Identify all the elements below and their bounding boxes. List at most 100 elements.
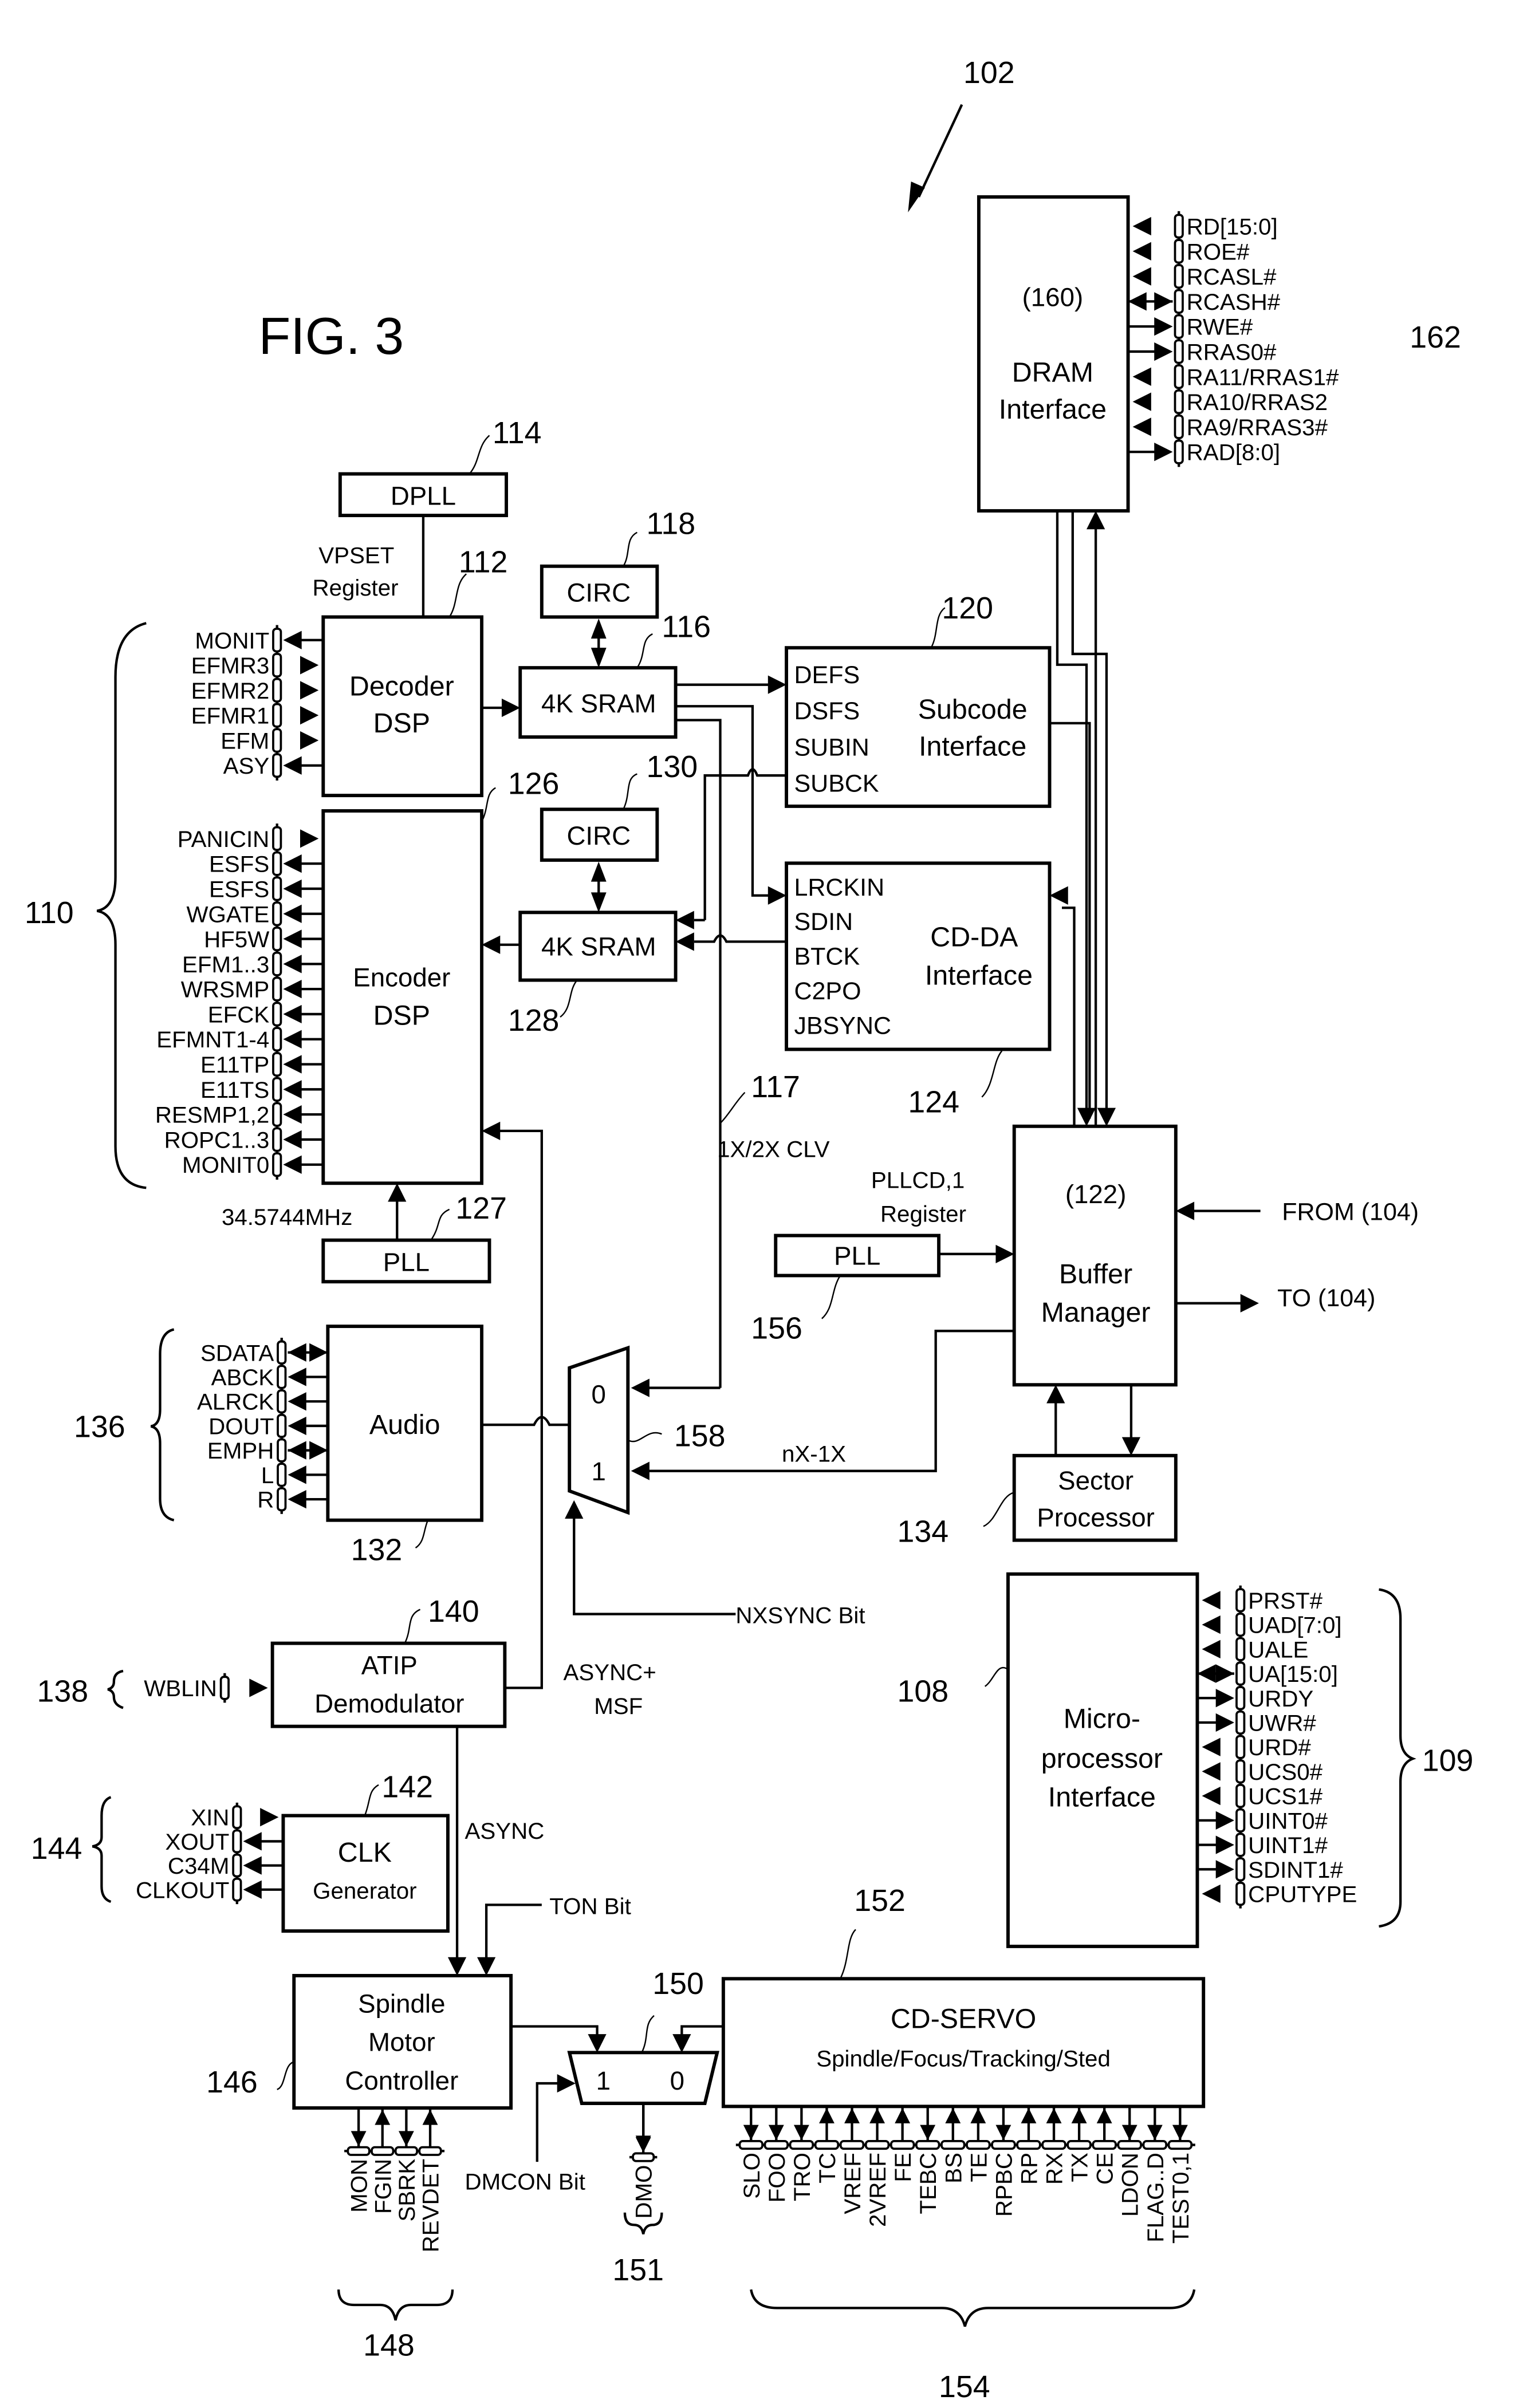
arrowhead [793,2125,809,2141]
arrowhead [635,2137,651,2153]
arrowhead [1202,1737,1221,1756]
pllcd-register-1: PLLCD,1 [871,1167,965,1193]
arrowhead [375,2109,391,2125]
nx1x-label: nX-1X [782,1441,846,1467]
pin-label: UALE [1248,1637,1308,1662]
pin-label: ASY [223,753,270,779]
pin-terminal [991,2139,1016,2150]
arrowhead [283,1130,302,1149]
arrowhead [283,955,302,974]
pin-terminal [272,1127,282,1152]
buffer-manager-block [1012,1124,1178,1387]
pll-156-label: PLL [834,1242,880,1271]
decoder-label-1: Decoder [349,671,454,701]
sector-label-2: Processor [1037,1503,1155,1532]
pin-label: HF5W [204,927,269,952]
arrowhead [672,2034,691,2053]
pin-terminal [272,926,282,952]
arrowhead [283,1155,302,1174]
arrowhead [288,1465,306,1484]
pin-label: ROE# [1187,239,1250,265]
pin-terminal [272,677,282,703]
pin-terminal [272,826,282,851]
pin-terminal [889,2139,915,2150]
arrowhead [675,911,694,929]
encoder-pin-group: PANICINESFSESFSWGATEHF5WEFM1..3WRSMPEFCK… [155,823,324,1180]
arrowhead [970,2108,986,2123]
pin-label: WGATE [186,901,269,927]
pin-terminal [232,1853,242,1878]
pin-label: 2VREF [865,2153,891,2227]
arrowhead [819,2108,835,2123]
arrowhead [283,1105,302,1124]
pin-label: UA[15:0] [1248,1661,1338,1687]
pin-label: RPBC [991,2153,1017,2217]
arrowhead [591,618,607,639]
arrowhead [1077,1108,1096,1126]
audio-ref-leader [415,1520,429,1549]
pin-label: DOUT [208,1413,274,1439]
pin-label: XIN [191,1805,229,1831]
pin-label: TE [966,2153,991,2182]
pin-terminal [272,951,282,976]
arrowhead [1132,392,1151,411]
arrowhead [1202,1762,1221,1781]
buffer-to-cdda-wire [1062,907,1076,1126]
pin-terminal [272,1002,282,1027]
cdda-ref-leader [981,1050,1003,1098]
pin-terminal [1235,1735,1246,1759]
pin-label: UWR# [1248,1710,1316,1736]
dmcon-label: DMCON Bit [465,2169,585,2194]
arrowhead [300,731,319,750]
ref-156: 156 [751,1311,802,1346]
vpset-label-1: VPSET [318,542,394,568]
audio-pin-group: SDATAABCKALRCKDOUTEMPHLR [197,1338,328,1514]
ref-148: 148 [363,2328,415,2363]
atip-label-1: ATIP [361,1650,418,1680]
pin-terminal [1235,1881,1246,1906]
arrowhead [1121,1437,1141,1456]
brace-148 [337,2289,454,2321]
arrowhead [565,1500,584,1519]
brace-144 [92,1796,112,1903]
signal-label: DEFS [794,661,860,689]
pin-terminal [1235,1588,1246,1613]
arrowhead [288,1343,306,1362]
pin-terminal [277,1365,287,1389]
arrowhead [631,1461,650,1480]
ref-138: 138 [37,1674,89,1709]
pin-label: RCASL# [1187,264,1277,290]
pin-terminal [272,1027,282,1052]
ref-118: 118 [647,506,696,541]
dmo-pin-group: DMO [629,2103,658,2218]
pin-label: PRST# [1248,1588,1322,1614]
arrowhead [249,1678,268,1697]
ref-110: 110 [25,896,74,930]
dram-ref: (160) [1022,283,1084,312]
pin-terminal [272,753,282,778]
pin-terminal [272,652,282,678]
mux-150 [567,2051,719,2105]
arrowhead [945,2108,961,2123]
pin-label: UCS1# [1248,1784,1322,1810]
arrowhead [388,1183,407,1202]
pin-terminal [1174,289,1184,314]
pin-terminal [1235,1759,1246,1784]
arrowhead [1202,1591,1221,1610]
pin-terminal [272,1077,282,1102]
arrowhead [844,2108,860,2123]
pin-terminal [232,1829,242,1854]
vpset-label-2: Register [312,575,398,601]
arrowhead [1128,292,1147,311]
pin-label: UAD[7:0] [1248,1613,1342,1638]
mux-150-ref-leader [641,2015,655,2053]
pin-terminal [966,2139,991,2150]
async-msf-1: ASYNC+ [563,1660,656,1685]
pin-label: REVDET [418,2159,444,2252]
sram-128-label: 4K SRAM [541,932,656,961]
pin-label: URDY [1248,1686,1313,1712]
pin-label: C34M [168,1853,230,1879]
arrowhead [422,2109,438,2125]
arrowhead [1046,2108,1062,2123]
arrowhead [1121,2125,1137,2141]
